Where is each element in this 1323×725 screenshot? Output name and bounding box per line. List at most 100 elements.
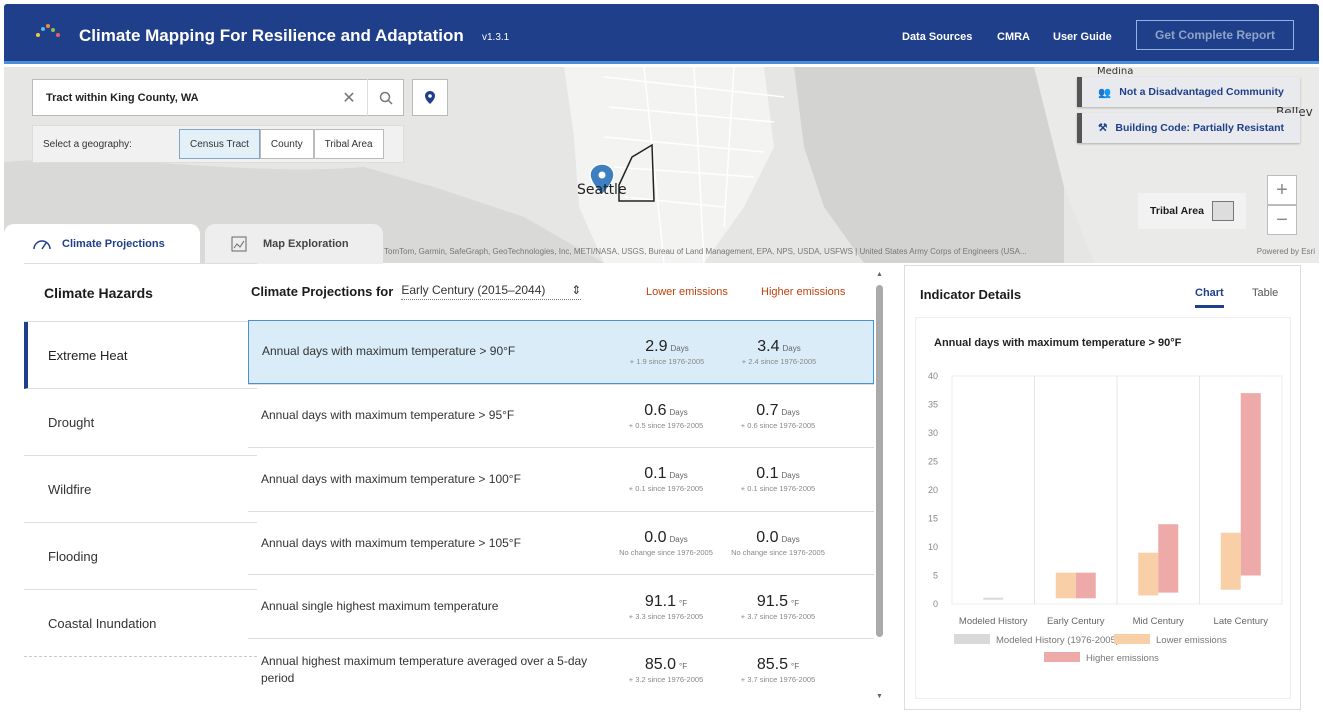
building-code-badge[interactable]: ⚒ Building Code: Partially Resistant [1077, 113, 1300, 143]
indicator-label: Annual days with maximum temperature > 1… [261, 471, 521, 486]
bar-higher-emissions [1158, 524, 1179, 593]
search-icon[interactable] [367, 79, 403, 116]
indicator-label: Annual days with maximum temperature > 9… [262, 344, 516, 359]
geography-option-census-tract[interactable]: Census Tract [179, 129, 260, 159]
value-unit: Days [669, 407, 688, 417]
value-unit: Days [781, 535, 800, 545]
lower-emissions-value: 2.9 Days + 1.9 since 1976-2005 [617, 338, 717, 366]
table-row[interactable]: Annual single highest maximum temperatur… [248, 574, 874, 638]
higher-emissions-value: 0.1 Days + 0.1 since 1976-2005 [728, 465, 828, 493]
value-number: 91.5 [756, 592, 789, 610]
table-row[interactable]: Annual days with maximum temperature > 1… [248, 510, 874, 575]
value-unit: Days [669, 471, 688, 481]
place-label-medina: Medina [1097, 67, 1133, 77]
x-tick-label: Modeled History [959, 616, 1028, 627]
search-input[interactable]: Tract within King County, WA [33, 92, 331, 104]
projections-header: Climate Projections for Early Century (2… [248, 263, 874, 320]
hazard-extreme-heat[interactable]: Extreme Heat [24, 322, 257, 389]
scrollbar-thumb[interactable] [876, 285, 883, 637]
value-number: 0.0 [644, 529, 667, 547]
table-row[interactable]: Annual days with maximum temperature > 1… [248, 447, 874, 511]
lower-emissions-value: 0.6 Days + 0.5 since 1976-2005 [616, 402, 716, 430]
higher-emissions-value: 0.7 Days + 0.6 since 1976-2005 [728, 402, 828, 430]
value-number: 0.1 [756, 465, 779, 483]
higher-emissions-value: 3.4 Days + 2.4 since 1976-2005 [729, 338, 829, 366]
y-tick-label: 0 [933, 599, 938, 609]
chart-container: Annual days with maximum temperature > 9… [915, 317, 1291, 699]
nav-data-sources[interactable]: Data Sources [902, 31, 972, 43]
value-change: No change since 1976-2005 [619, 548, 713, 558]
geography-option-tribal-area[interactable]: Tribal Area [313, 129, 384, 159]
tab-table[interactable]: Table [1252, 287, 1278, 299]
get-complete-report-button[interactable]: Get Complete Report [1136, 20, 1294, 50]
value-unit: Days [782, 343, 801, 353]
locate-button[interactable] [412, 79, 448, 116]
scroll-up-icon[interactable]: ▲ [876, 271, 883, 278]
app-version: v1.3.1 [482, 32, 510, 43]
hazard-wildfire[interactable]: Wildfire [24, 456, 257, 523]
tab-climate-projections[interactable]: Climate Projections [4, 224, 200, 264]
y-tick-label: 5 [933, 571, 938, 581]
legend-label: Tribal Area [1150, 205, 1204, 217]
higher-emissions-value: 91.5 °F + 3.7 since 1976-2005 [728, 593, 828, 621]
legend-swatch [1044, 652, 1080, 662]
zoom-in-button[interactable]: + [1267, 175, 1297, 205]
higher-emissions-value: 85.5 °F + 3.7 since 1976-2005 [728, 656, 828, 684]
tools-icon: ⚒ [1097, 122, 1108, 134]
value-unit: °F [679, 662, 688, 672]
hazard-flooding[interactable]: Flooding [24, 523, 257, 590]
disadvantaged-community-badge[interactable]: 👥 Not a Disadvantaged Community [1077, 77, 1300, 107]
geography-option-county[interactable]: County [259, 129, 314, 159]
gauge-icon [33, 240, 51, 250]
bar-lower-emissions [1220, 532, 1241, 590]
projections-scrollbar[interactable]: ▲ ▼ [874, 271, 884, 710]
bar-higher-emissions [1075, 572, 1096, 599]
higher-emissions-header: Higher emissions [761, 286, 846, 298]
value-number: 85.0 [644, 656, 677, 674]
table-row[interactable]: Annual days with maximum temperature > 9… [248, 320, 874, 384]
value-unit: Days [781, 471, 800, 481]
hazard-coastal-inundation[interactable]: Coastal Inundation [24, 590, 257, 657]
bar-modeled-history-1976-2005- [983, 597, 1004, 600]
nav-user-guide[interactable]: User Guide [1053, 31, 1112, 43]
table-row[interactable]: Annual highest maximum temperature avera… [248, 637, 874, 702]
table-row[interactable]: Annual days with maximum temperature > 9… [248, 383, 874, 448]
app-title: Climate Mapping For Resilience and Adapt… [79, 26, 464, 45]
search-field[interactable]: Tract within King County, WA ✕ [32, 79, 404, 116]
value-number: 3.4 [757, 337, 780, 355]
climate-hazards-title: Climate Hazards [24, 264, 257, 322]
geography-label: Select a geography: [43, 138, 132, 150]
city-label-seattle: Seattle [577, 182, 627, 198]
y-tick-label: 20 [928, 485, 938, 495]
value-change: + 2.4 since 1976-2005 [741, 356, 817, 366]
cmra-logo-icon [36, 24, 60, 37]
zoom-out-button[interactable]: − [1267, 205, 1297, 235]
tab-map-exploration[interactable]: Map Exploration [205, 224, 383, 264]
indicator-label: Annual single highest maximum temperatur… [261, 599, 499, 614]
bar-lower-emissions [1055, 572, 1076, 599]
indicator-label: Annual days with maximum temperature > 1… [261, 535, 521, 550]
y-tick-label: 25 [928, 457, 938, 467]
y-tick-label: 40 [928, 371, 938, 381]
nav-cmra[interactable]: CMRA [997, 31, 1030, 43]
map-view[interactable]: Seattle Medina Bellev Tract within King … [4, 67, 1319, 263]
value-number: 85.5 [756, 656, 789, 674]
y-tick-label: 15 [928, 514, 938, 524]
scroll-down-icon[interactable]: ▼ [876, 693, 883, 700]
value-change: No change since 1976-2005 [731, 548, 825, 558]
hazard-drought[interactable]: Drought [24, 389, 257, 456]
lower-emissions-value: 0.0 Days No change since 1976-2005 [616, 529, 716, 557]
value-unit: °F [679, 598, 688, 608]
period-select[interactable]: Early Century (2015–2044) ⇕ [401, 283, 582, 300]
climate-hazards-panel: Climate Hazards Extreme Heat Drought Wil… [24, 263, 257, 725]
legend-label: Lower emissions [1156, 635, 1227, 646]
value-change: + 3.7 since 1976-2005 [740, 675, 816, 685]
value-unit: °F [791, 598, 800, 608]
powered-by[interactable]: Powered by Esri [1257, 247, 1315, 263]
x-tick-label: Mid Century [1133, 616, 1184, 627]
tab-chart[interactable]: Chart [1195, 287, 1224, 308]
value-unit: Days [781, 407, 800, 417]
value-unit: Days [669, 535, 688, 545]
clear-icon[interactable]: ✕ [331, 79, 367, 116]
lower-emissions-value: 91.1 °F + 3.3 since 1976-2005 [616, 593, 716, 621]
